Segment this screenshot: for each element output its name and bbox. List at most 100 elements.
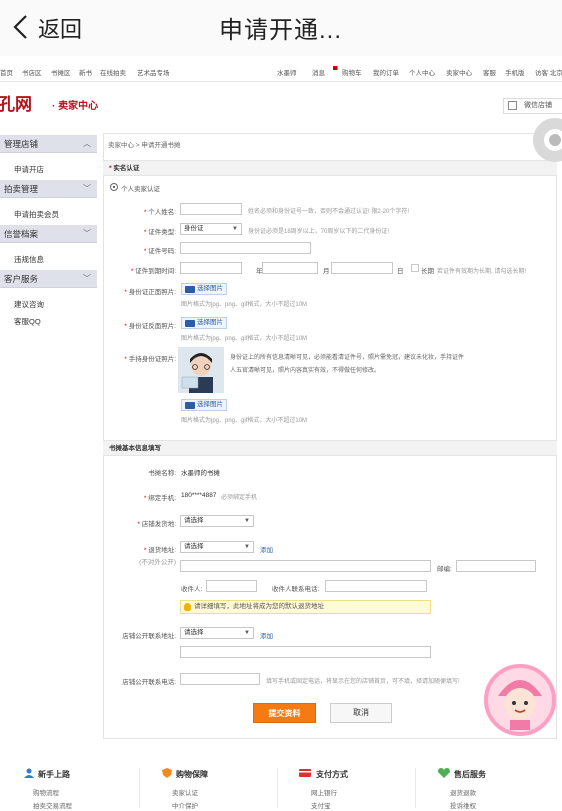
site-logo[interactable]: 孔网: [0, 90, 32, 115]
floating-camera-button[interactable]: [533, 118, 562, 162]
expiry-year-input[interactable]: [180, 262, 242, 274]
return-add-link[interactable]: 添加: [260, 544, 273, 554]
footer-link-shopping-flow[interactable]: 购物流程: [33, 787, 59, 797]
phone-hint: 必须绑定手机: [221, 495, 258, 501]
credit-card-icon: [299, 769, 311, 777]
public-phone-hint: 填写手机或固定电话，将显示在您的店铺首页，可不填，择请加随便填写!: [266, 679, 460, 685]
month-label: 月: [323, 268, 330, 275]
personal-radio-label: 个人卖家认证: [121, 186, 160, 193]
front-upload-hint: 图片格式为jpg、png、gif格式，大小不超过10M: [181, 302, 308, 308]
sidebar-item-violations[interactable]: 违规信息: [14, 254, 44, 265]
user-icon: [24, 768, 34, 778]
sidebar-group-label: 客户服务: [4, 274, 39, 284]
footer-link-escrow[interactable]: 中介保护: [172, 800, 198, 810]
back-button[interactable]: 返回: [38, 12, 82, 44]
sidebar-group-auction[interactable]: 拍卖管理 ﹀: [0, 180, 97, 198]
longterm-checkbox[interactable]: [411, 264, 419, 272]
site-nav: 首页 书店区 书摊区 新书 在线拍卖 艺术品专场 水墨师 消息 ▀ 购物车 我的…: [0, 60, 562, 82]
receiver-input[interactable]: [206, 580, 257, 592]
footer-divider: [415, 768, 416, 808]
return-street-input[interactable]: [180, 560, 431, 572]
expiry-label: * 证件到期时间:: [130, 268, 176, 275]
sidebar-item-suggest[interactable]: 建议咨询: [14, 299, 44, 310]
nav-link-stalls[interactable]: 书摊区: [51, 67, 71, 77]
public-street-input[interactable]: [180, 646, 431, 658]
nav-visitor[interactable]: 访客 北京: [535, 67, 562, 77]
name-input[interactable]: [180, 203, 242, 215]
personal-radio[interactable]: [110, 183, 118, 191]
sidebar-group-label: 拍卖管理: [4, 184, 39, 194]
receiver-label: 收件人:: [181, 586, 203, 593]
expiry-day-input[interactable]: [331, 262, 393, 274]
chevron-down-icon: ﹀: [83, 274, 91, 283]
wechat-store-button[interactable]: 微信店铺: [503, 98, 562, 114]
idnum-input[interactable]: [180, 242, 311, 254]
footer-link-seller-cert[interactable]: 卖家认证: [172, 787, 198, 797]
back-upload-hint: 图片格式为jpg、png、gif格式，大小不超过10M: [181, 336, 308, 342]
submit-button[interactable]: 提交资料: [253, 703, 316, 723]
nav-seller-center[interactable]: 卖家中心: [446, 67, 472, 77]
nav-profile[interactable]: 个人中心: [409, 67, 435, 77]
zip-input[interactable]: [456, 560, 536, 572]
heart-icon: [438, 768, 450, 778]
image-icon: [185, 320, 195, 327]
public-addr-label: 店铺公开联系地址:: [122, 633, 176, 640]
nav-messages[interactable]: 消息: [312, 67, 325, 77]
wechat-store-label: 微信店铺: [524, 102, 552, 109]
receiver-phone-label: 收件人联系电话:: [272, 586, 320, 593]
expiry-month-input[interactable]: [262, 262, 318, 274]
idtype-select[interactable]: 身份证 ▼: [180, 223, 242, 235]
chevron-up-icon: ︿: [83, 139, 91, 148]
ship-from-select[interactable]: 请选择 ▼: [180, 515, 254, 527]
day-label: 日: [397, 268, 404, 275]
footer-link-refund[interactable]: 退货退款: [450, 787, 476, 797]
footer-title-newbie: 新手上路: [38, 770, 70, 779]
nav-service[interactable]: 客服: [483, 67, 496, 77]
back-upload-button[interactable]: 选择图片: [181, 317, 227, 329]
nav-orders[interactable]: 我的订单: [373, 67, 399, 77]
sidebar-item-apply-store[interactable]: 申请开店: [14, 164, 44, 175]
public-phone-input[interactable]: [180, 673, 260, 685]
sidebar-group-credit[interactable]: 信誉档案 ﹀: [0, 225, 97, 243]
breadcrumb: 卖家中心 > 申请开通书摊: [108, 142, 181, 149]
hold-photo-label: * 手持身份证照片:: [124, 356, 176, 363]
expiry-hint: 若证件有效期为长期, 请勾选长期!: [437, 269, 527, 275]
nav-link-home[interactable]: 首页: [0, 67, 13, 77]
floating-assistant-avatar[interactable]: [484, 664, 556, 736]
nav-link-auction[interactable]: 在线拍卖: [100, 67, 126, 77]
return-region-select[interactable]: 请选择 ▼: [180, 541, 254, 553]
nav-link-bookstores[interactable]: 书店区: [22, 67, 42, 77]
dropdown-arrow-icon: ▼: [244, 630, 250, 636]
nav-link-newbooks[interactable]: 新书: [79, 67, 92, 77]
footer-link-auction-flow[interactable]: 拍卖交易流程: [33, 800, 72, 810]
public-phone-label: 店铺公开联系电话:: [122, 679, 176, 686]
cartoon-mascot-icon: [498, 680, 542, 730]
image-icon: [185, 286, 195, 293]
sample-holding-id-photo: [178, 347, 224, 393]
sidebar-item-qq[interactable]: 客服QQ: [14, 316, 41, 327]
back-arrow-icon[interactable]: [10, 14, 32, 40]
nav-cart[interactable]: 购物车: [342, 67, 362, 77]
hold-desc-line2: 人五官清晰可见，照片内容真实有效，不得做任何修改。: [230, 368, 381, 374]
public-add-link[interactable]: 添加: [260, 630, 273, 640]
public-region-select[interactable]: 请选择 ▼: [180, 627, 254, 639]
nav-mobile[interactable]: 手机版: [505, 67, 525, 77]
sidebar-item-apply-auction[interactable]: 申请拍卖会员: [14, 209, 59, 220]
sidebar-group-manage-store[interactable]: 管理店铺 ︿: [0, 135, 97, 153]
footer-link-bank[interactable]: 网上银行: [311, 787, 337, 797]
footer-link-alipay[interactable]: 支付宝: [311, 800, 331, 810]
phone-value: 180****4887: [181, 492, 217, 499]
sidebar-group-service[interactable]: 客户服务 ﹀: [0, 270, 97, 288]
nav-link-art[interactable]: 艺术品专场: [137, 67, 170, 77]
receiver-phone-input[interactable]: [325, 580, 427, 592]
cart-icon: ▀: [333, 67, 338, 74]
idtype-hint: 身份证必须是18周岁以上，70周岁以下的二代身份证!: [248, 229, 390, 235]
hold-upload-button[interactable]: 选择图片: [181, 399, 227, 411]
cancel-button[interactable]: 取消: [330, 703, 392, 723]
name-label: * 个人姓名:: [143, 209, 176, 216]
footer-title-payment: 支付方式: [316, 770, 348, 779]
nav-user[interactable]: 水墨师: [277, 67, 297, 77]
page-title: 申请开通...: [219, 17, 343, 44]
front-upload-button[interactable]: 选择图片: [181, 283, 227, 295]
footer-link-complaint[interactable]: 投诉维权: [450, 800, 476, 810]
